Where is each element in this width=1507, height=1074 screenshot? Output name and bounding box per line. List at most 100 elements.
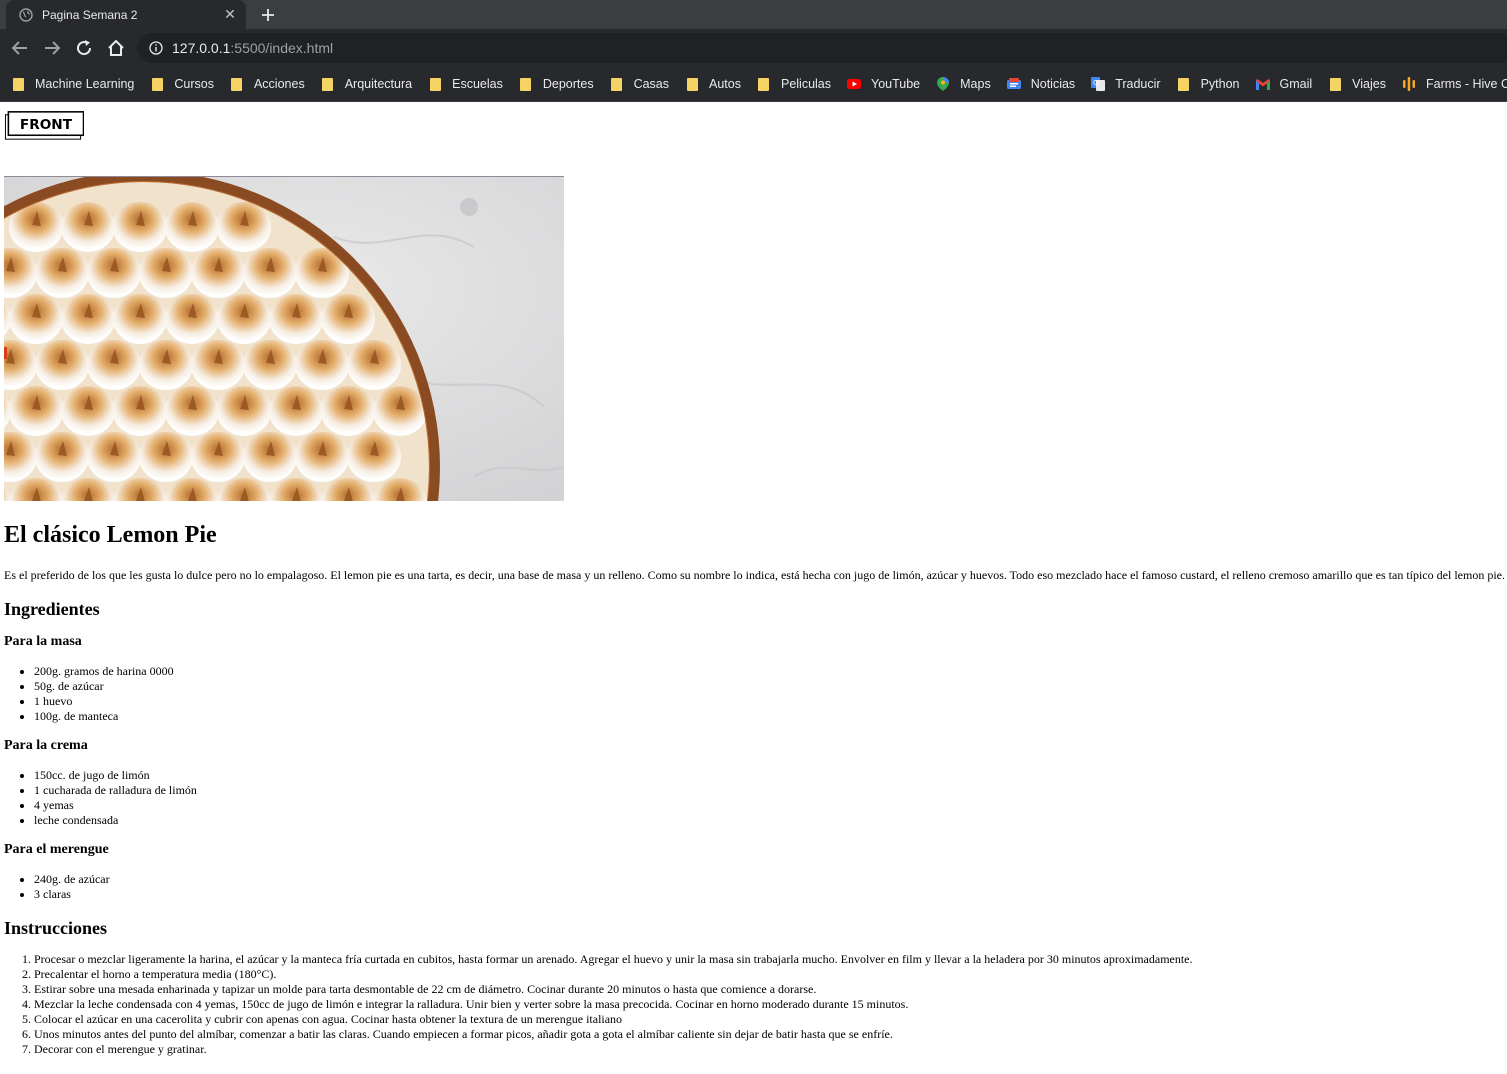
page-title: El clásico Lemon Pie [4, 522, 217, 548]
bookmark-autos[interactable]: Autos [685, 77, 741, 91]
bookmark-label: Acciones [253, 77, 305, 91]
folder-icon [321, 77, 335, 91]
instruction-step: Colocar el azúcar en una cacerolita y cu… [34, 1012, 1503, 1027]
bookmark-viajes[interactable]: Viajes [1328, 77, 1386, 91]
bookmark-traducir[interactable]: G Traducir [1091, 77, 1161, 91]
tab-title: Pagina Semana 2 [42, 7, 138, 22]
bookmark-cursos[interactable]: Cursos [150, 77, 214, 91]
folder-icon [1328, 77, 1342, 91]
merengue-list: 240g. de azúcar 3 claras [4, 872, 1503, 902]
reload-icon[interactable] [72, 36, 96, 60]
instruction-step: Precalentar el horno a temperatura media… [34, 967, 1503, 982]
bookmark-acciones[interactable]: Acciones [230, 77, 305, 91]
crema-list: 150cc. de jugo de limón 1 cucharada de r… [4, 768, 1503, 828]
folder-icon [757, 77, 771, 91]
instruction-step: Unos minutos antes del punto del almíbar… [34, 1027, 1503, 1042]
news-icon [1006, 77, 1021, 91]
svg-text:G: G [1093, 79, 1098, 87]
bookmark-label: Autos [709, 77, 741, 91]
folder-icon [230, 77, 244, 91]
bookmarks-bar: Machine Learning Cursos Acciones Arquitectu… [0, 67, 1507, 102]
bookmark-peliculas[interactable]: Peliculas [757, 77, 831, 91]
close-tab-icon[interactable]: ✕ [220, 5, 240, 25]
browser-tab[interactable]: Pagina Semana 2 ✕ [6, 0, 246, 29]
url-path: :5500/index.html [230, 40, 334, 56]
bookmark-label: Gmail [1279, 77, 1313, 91]
bookmark-label: Cursos [174, 77, 214, 91]
bookmark-youtube[interactable]: YouTube [847, 77, 920, 91]
gmail-icon [1255, 77, 1270, 91]
translate-icon: G [1091, 77, 1106, 91]
list-item: 1 huevo [34, 694, 1503, 709]
folder-icon [519, 77, 533, 91]
folder-icon [428, 77, 442, 91]
instruction-step: Procesar o mezclar ligeramente la harina… [34, 952, 1503, 967]
masa-heading: Para la masa [4, 634, 82, 649]
tab-strip: Pagina Semana 2 ✕ [0, 0, 1507, 29]
bookmark-label: Machine Learning [35, 77, 135, 91]
instructions-list: Procesar o mezclar ligeramente la harina… [4, 952, 1503, 1057]
bookmark-noticias[interactable]: Noticias [1006, 77, 1076, 91]
merengue-heading: Para el merengue [4, 842, 109, 857]
folder-icon [11, 77, 25, 91]
folder-icon [150, 77, 164, 91]
info-icon[interactable] [149, 41, 163, 55]
ingredients-heading: Ingredientes [4, 599, 100, 619]
page-content: FRONT El clásico Lemon Pie Es el preferi… [0, 102, 1507, 1057]
globe-icon [19, 7, 33, 22]
address-bar[interactable]: 127.0.0.1:5500/index.html [137, 33, 1507, 63]
bookmark-label: Casas [633, 77, 670, 91]
lemon-pie-image [4, 176, 564, 501]
crema-heading: Para la crema [4, 738, 88, 753]
logo-text: FRONT [20, 117, 73, 133]
home-icon[interactable] [104, 36, 128, 60]
instruction-step: Mezclar la leche condensada con 4 yemas,… [34, 997, 1503, 1012]
instruction-step: Estirar sobre una mesada enharinada y ta… [34, 982, 1503, 997]
bookmark-label: YouTube [871, 77, 921, 91]
list-item: 150cc. de jugo de limón [34, 768, 1503, 783]
bookmark-python[interactable]: Python [1177, 77, 1240, 91]
bookmark-farms-hive-os[interactable]: Farms - Hive OS [1402, 77, 1507, 91]
instruction-step: Decorar con el merengue y gratinar. [34, 1042, 1503, 1057]
bookmark-label: Farms - Hive OS [1425, 77, 1507, 91]
bookmark-label: Escuelas [452, 77, 503, 91]
url-host: 127.0.0.1 [172, 40, 231, 56]
list-item: 240g. de azúcar [34, 872, 1503, 887]
bookmark-deportes[interactable]: Deportes [519, 77, 594, 91]
bookmark-arquitectura[interactable]: Arquitectura [321, 77, 412, 91]
bookmark-label: Traducir [1115, 77, 1161, 91]
folder-icon [1177, 77, 1191, 91]
bookmark-maps[interactable]: Maps [936, 77, 991, 91]
hive-icon [1402, 77, 1416, 91]
back-icon[interactable] [8, 36, 32, 60]
bookmark-label: Maps [960, 77, 991, 91]
list-item: 200g. gramos de harina 0000 [34, 664, 1503, 679]
front-logo: FRONT [4, 111, 84, 140]
list-item: leche condensada [34, 813, 1503, 828]
bookmark-escuelas[interactable]: Escuelas [428, 77, 503, 91]
bookmark-label: Viajes [1352, 77, 1386, 91]
folder-icon [610, 77, 624, 91]
intro-paragraph: Es el preferido de los que les gusta lo … [4, 568, 1505, 582]
bookmark-label: Arquitectura [344, 77, 413, 91]
bookmark-label: Deportes [542, 77, 594, 91]
toolbar: 127.0.0.1:5500/index.html [0, 29, 1507, 67]
bookmark-machine-learning[interactable]: Machine Learning [11, 77, 134, 91]
new-tab-button[interactable] [256, 3, 280, 27]
youtube-icon [847, 77, 862, 91]
list-item: 1 cucharada de ralladura de limón [34, 783, 1503, 798]
bookmark-label: Python [1200, 77, 1240, 91]
bookmark-casas[interactable]: Casas [610, 77, 669, 91]
list-item: 4 yemas [34, 798, 1503, 813]
bookmark-label: Noticias [1030, 77, 1076, 91]
list-item: 3 claras [34, 887, 1503, 902]
instructions-heading: Instrucciones [4, 918, 107, 938]
list-item: 100g. de manteca [34, 709, 1503, 724]
url-text[interactable]: 127.0.0.1:5500/index.html [172, 40, 333, 56]
maps-icon [936, 77, 950, 91]
folder-icon [685, 77, 699, 91]
bookmark-label: Peliculas [780, 77, 832, 91]
bookmark-gmail[interactable]: Gmail [1255, 77, 1313, 91]
masa-list: 200g. gramos de harina 0000 50g. de azúc… [4, 664, 1503, 724]
forward-icon[interactable] [40, 36, 64, 60]
